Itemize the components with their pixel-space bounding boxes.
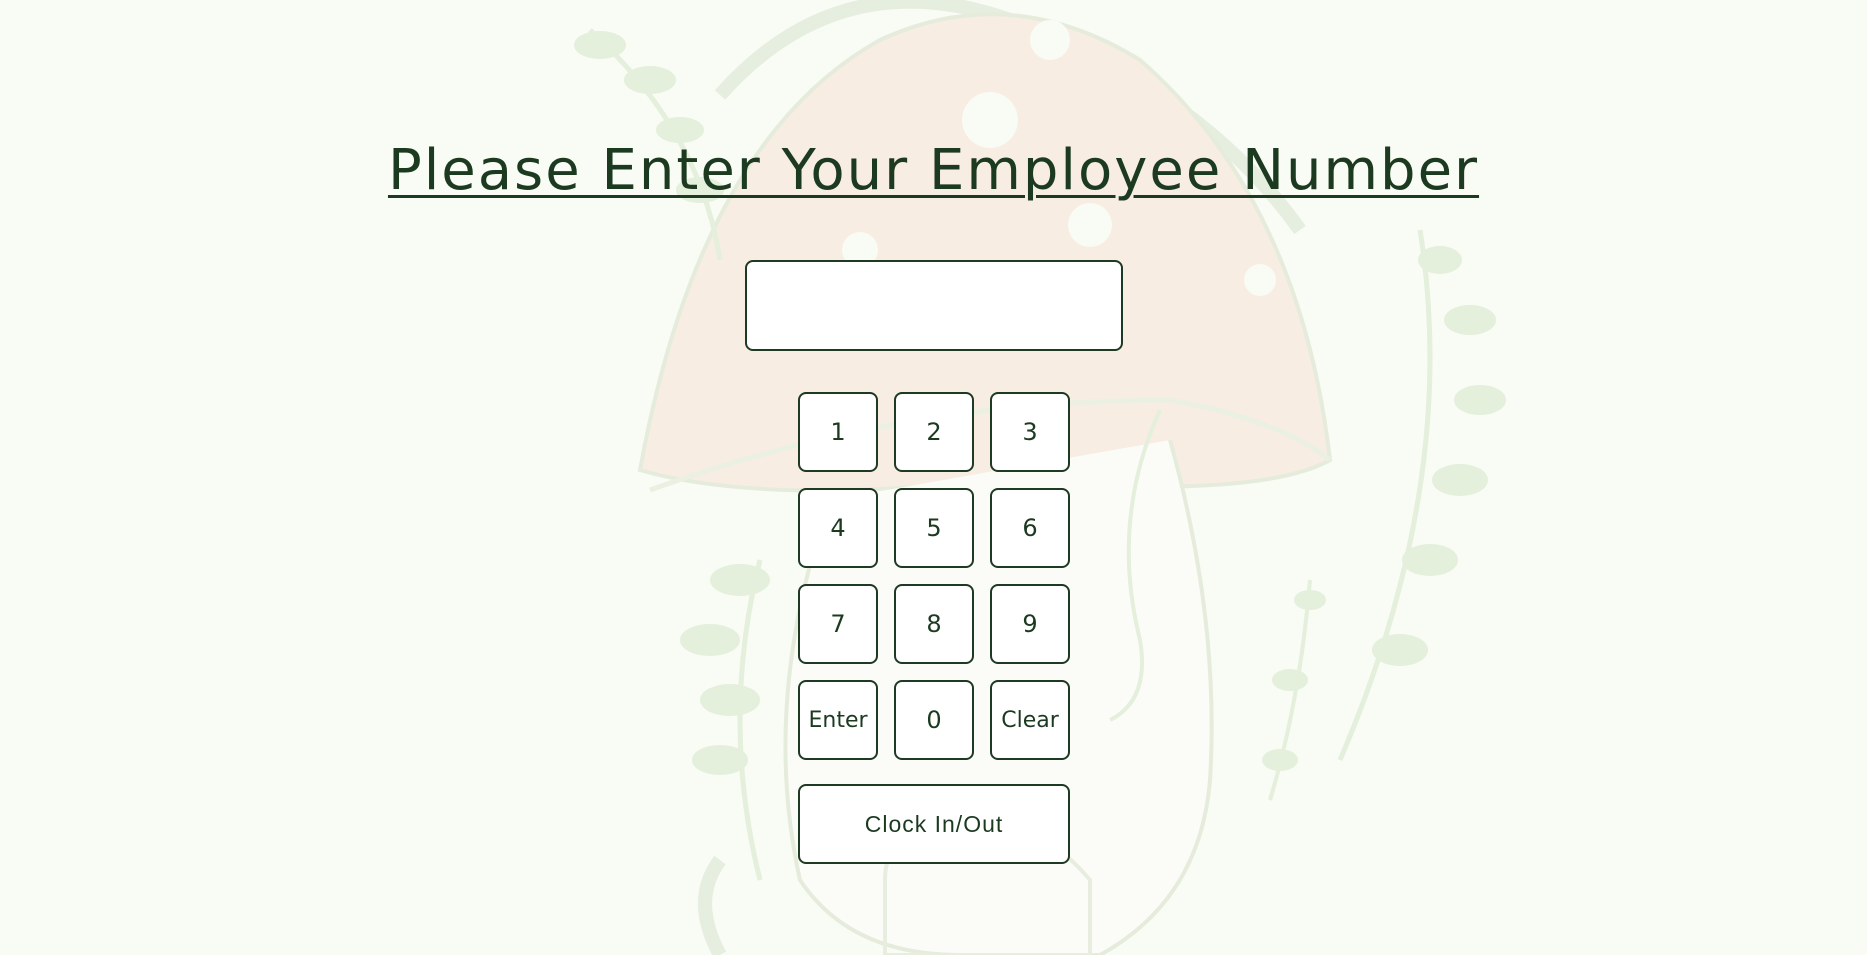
clear-button[interactable]: Clear xyxy=(990,680,1070,760)
employee-number-input[interactable] xyxy=(745,260,1123,351)
page-title: Please Enter Your Employee Number xyxy=(387,138,1480,203)
keypad-key-2[interactable]: 2 xyxy=(894,392,974,472)
enter-button[interactable]: Enter xyxy=(798,680,878,760)
keypad-key-7[interactable]: 7 xyxy=(798,584,878,664)
keypad-key-1[interactable]: 1 xyxy=(798,392,878,472)
numeric-keypad: 1 2 3 4 5 6 7 8 9 Enter 0 Clear xyxy=(798,392,1070,760)
keypad-key-8[interactable]: 8 xyxy=(894,584,974,664)
keypad-key-4[interactable]: 4 xyxy=(798,488,878,568)
keypad-key-0[interactable]: 0 xyxy=(894,680,974,760)
keypad-key-9[interactable]: 9 xyxy=(990,584,1070,664)
keypad-key-6[interactable]: 6 xyxy=(990,488,1070,568)
keypad-key-3[interactable]: 3 xyxy=(990,392,1070,472)
clock-in-out-button[interactable]: Clock In/Out xyxy=(798,784,1070,864)
clock-in-page: Please Enter Your Employee Number 1 2 3 … xyxy=(0,0,1867,955)
keypad-key-5[interactable]: 5 xyxy=(894,488,974,568)
